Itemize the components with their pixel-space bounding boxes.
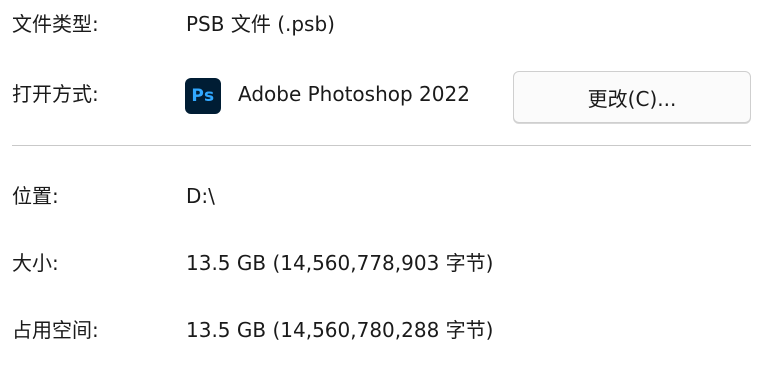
location-value: D:\ (186, 184, 215, 208)
section-divider (12, 145, 751, 146)
file-properties-panel: 文件类型: PSB 文件 (.psb) 打开方式: Ps Adobe Photo… (0, 0, 784, 370)
size-on-disk-value: 13.5 GB (14,560,780,288 字节) (186, 318, 494, 342)
size-label: 大小: (12, 251, 59, 275)
file-type-label: 文件类型: (12, 12, 99, 36)
photoshop-icon: Ps (185, 78, 221, 114)
open-with-app-name: Adobe Photoshop 2022 (238, 82, 470, 106)
file-type-value: PSB 文件 (.psb) (186, 12, 335, 36)
location-label: 位置: (12, 184, 59, 208)
photoshop-icon-text: Ps (191, 85, 215, 106)
size-on-disk-label: 占用空间: (12, 318, 99, 342)
open-with-label: 打开方式: (12, 82, 99, 106)
change-app-button[interactable]: 更改(C)... (513, 71, 751, 123)
size-value: 13.5 GB (14,560,778,903 字节) (186, 251, 494, 275)
